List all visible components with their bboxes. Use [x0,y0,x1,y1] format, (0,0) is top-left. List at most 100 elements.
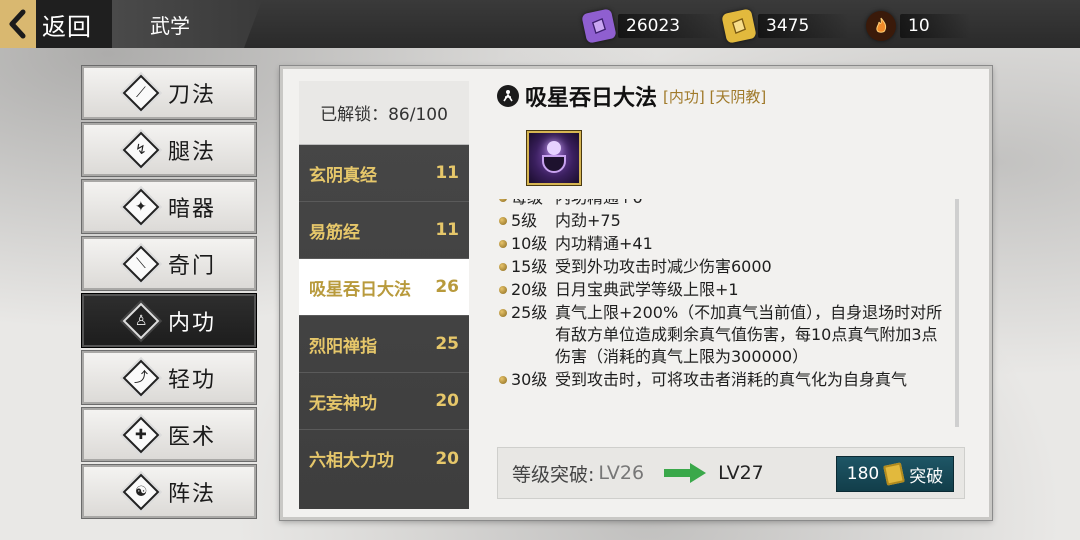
skill-level: 20 [435,391,459,411]
effect-text: 受到外功攻击时减少伤害6000 [555,257,772,276]
effect-text: 内功精通+41 [555,234,653,253]
effect-row: 15级 受到外功攻击时减少伤害6000 [497,256,947,278]
skill-header: 吸星吞日大法 [内功] [天阴教] [497,81,967,111]
purple-scroll-icon [581,8,617,44]
breakthrough-button-label: 突破 [909,466,944,487]
skill-list-item[interactable]: 六相大力功 20 [299,430,469,487]
skill-level: 11 [435,220,459,240]
back-label: 返回 [42,12,92,41]
effect-row: 5级 内劲+75 [497,210,947,232]
cauldron-icon [542,155,566,173]
sidebar-item-inner-power[interactable]: ♙ 内功 [81,293,257,348]
sidebar-item-label: 腿法 [168,139,217,165]
back-button[interactable]: 返回 [0,0,112,48]
sidebar-item-blade[interactable]: ⟋ 刀法 [81,65,257,120]
meditation-icon: ♙ [122,302,160,339]
gold-scroll-icon [883,462,906,486]
skill-list-item[interactable]: 玄阴真经 11 [299,145,469,202]
skill-icon[interactable] [527,131,581,185]
skill-panel: 已解锁：86/100 玄阴真经 11 易筋经 11 吸星吞日大法 26 烈阳禅指… [280,66,992,520]
effect-level: 25级 [511,303,548,322]
sidebar-item-hidden-weapon[interactable]: ✦ 暗器 [81,179,257,234]
kick-icon: ↯ [122,131,160,168]
bullet-icon [497,233,511,255]
top-bar: 返回 武学 26023 3475 10 [0,0,1080,48]
skill-name: 玄阴真经 [309,165,377,186]
effect-text: 受到攻击时，可将攻击者消耗的真气化为自身真气 [555,370,908,389]
next-level: LV27 [718,462,764,484]
effect-row: 30级 受到攻击时，可将攻击者消耗的真气化为自身真气 [497,369,947,391]
skill-level: 11 [435,163,459,183]
skill-list: 已解锁：86/100 玄阴真经 11 易筋经 11 吸星吞日大法 26 烈阳禅指… [299,81,469,509]
currency-gold: 3475 [721,8,850,44]
page-title: 武学 [112,0,262,48]
sidebar-item-medicine[interactable]: ✚ 医术 [81,407,257,462]
bullet-icon [497,302,511,324]
effect-text: 内劲+75 [555,211,621,230]
sidebar-item-label: 刀法 [168,82,217,108]
currency-value: 26023 [618,14,721,38]
skill-name: 无妄神功 [309,393,377,414]
currency-value: 10 [900,14,970,38]
taiji-icon: ☯ [122,473,160,510]
bullet-icon [497,210,511,232]
currency-purple: 26023 [581,8,721,44]
effect-level: 15级 [511,257,548,276]
sidebar-item-label: 暗器 [168,196,217,222]
effect-row: 10级 内功精通+41 [497,233,947,255]
skill-name: 易筋经 [309,222,360,243]
skill-level: 25 [435,334,459,354]
inner-power-type-icon [497,85,519,107]
bullet-icon [497,256,511,278]
sidebar-item-exotic[interactable]: ⟍ 奇门 [81,236,257,291]
currency-flame: 10 [866,10,970,42]
leap-icon: ⤴ [122,359,160,396]
skill-name: 六相大力功 [309,451,394,471]
bullet-icon [497,199,511,209]
sidebar-item-label: 奇门 [168,253,217,279]
effect-level: 每级 [511,199,555,209]
skill-list-item[interactable]: 易筋经 11 [299,202,469,259]
effect-text: 真气上限+200%（不加真气当前值），自身退场时对所有敌方单位造成剩余真气值伤害… [555,303,943,366]
arrow-right-icon [664,463,707,483]
chevron-left-icon [0,0,36,48]
skill-list-item-selected[interactable]: 吸星吞日大法 26 [299,259,469,316]
effect-level: 10级 [511,234,548,253]
effect-text: 日月宝典武学等级上限+1 [555,280,739,299]
current-level: LV26 [598,462,645,484]
sidebar-item-label: 医术 [168,424,217,450]
currency-value: 3475 [758,14,850,38]
skill-name: 烈阳禅指 [309,336,377,357]
skill-tags: [内功] [天阴教] [663,87,767,106]
blade-icon: ⟋ [122,74,160,111]
sidebar-item-formation[interactable]: ☯ 阵法 [81,464,257,519]
sidebar-item-lightness[interactable]: ⤴ 轻功 [81,350,257,405]
sidebar-item-label: 阵法 [168,481,217,507]
effects-list: 每级 内功精通+6 5级 内劲+75 10级 内功精通+41 15级 受到外功攻… [497,199,947,392]
sidebar-item-label: 内功 [168,310,217,336]
breakthrough-bar: 等级突破: LV26 LV27 180 突破 [497,447,965,499]
skill-level: 26 [435,277,459,297]
unlock-count: 已解锁：86/100 [299,81,469,145]
effect-text: 内功精通+6 [555,199,947,209]
effect-row: 每级 内功精通+6 [497,199,947,209]
skill-list-item[interactable]: 烈阳禅指 25 [299,316,469,373]
breakthrough-label: 等级突破: [512,463,595,486]
skill-icon-glow [547,141,561,155]
effect-row: 20级 日月宝典武学等级上限+1 [497,279,947,301]
breakthrough-cost: 180 [846,464,880,484]
medical-icon: ✚ [122,416,160,453]
skill-level: 20 [435,448,459,469]
skill-name: 吸星吞日大法 [309,279,411,300]
effect-level: 20级 [511,280,548,299]
skill-list-item[interactable]: 无妄神功 20 [299,373,469,430]
flame-coin-icon [866,11,896,41]
effect-level: 30级 [511,370,548,389]
breakthrough-button[interactable]: 180 突破 [836,456,954,492]
sidebar-item-kick[interactable]: ↯ 腿法 [81,122,257,177]
effect-row: 25级 真气上限+200%（不加真气当前值），自身退场时对所有敌方单位造成剩余真… [497,302,947,368]
effects-scroll-area[interactable]: 每级 内功精通+6 5级 内劲+75 10级 内功精通+41 15级 受到外功攻… [497,199,967,429]
effects-scrollbar[interactable] [955,199,959,427]
bullet-icon [497,369,511,391]
shuriken-icon: ✦ [122,188,160,225]
